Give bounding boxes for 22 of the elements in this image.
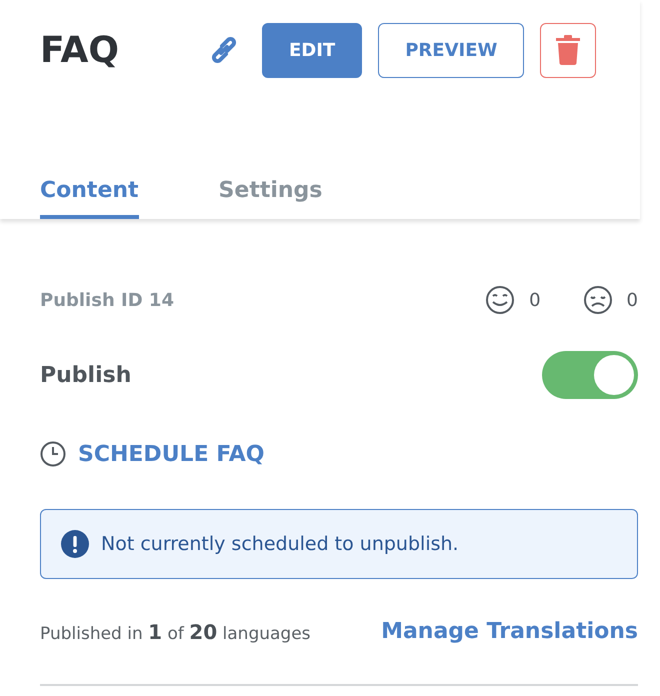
schedule-link[interactable]: SCHEDULE FAQ (78, 442, 264, 466)
trash-icon (556, 35, 580, 65)
edit-button[interactable]: EDIT (262, 22, 362, 78)
preview-button[interactable]: PREVIEW (378, 22, 524, 78)
reaction-count: 0 (529, 290, 541, 310)
link-icon (210, 36, 238, 64)
clock-icon (40, 441, 66, 467)
page-title: FAQ (40, 30, 120, 70)
notice-text: Not currently scheduled to unpublish. (101, 533, 459, 555)
tab[interactable]: Settings (218, 178, 322, 219)
publish-toggle[interactable] (542, 351, 638, 399)
tab[interactable]: Content (40, 178, 139, 219)
sad-face-icon (582, 285, 613, 315)
publish-id: Publish ID 14 (40, 290, 174, 310)
delete-button[interactable] (540, 22, 596, 78)
exclamation-icon (61, 530, 89, 558)
smiley-icon (485, 285, 516, 315)
manage-translations-link[interactable]: Manage Translations (381, 619, 638, 644)
publish-label: Publish (40, 362, 132, 388)
reaction-count: 0 (626, 290, 638, 310)
link-button[interactable] (210, 36, 238, 64)
languages-text: Published in 1 of 20 languages (40, 620, 311, 644)
